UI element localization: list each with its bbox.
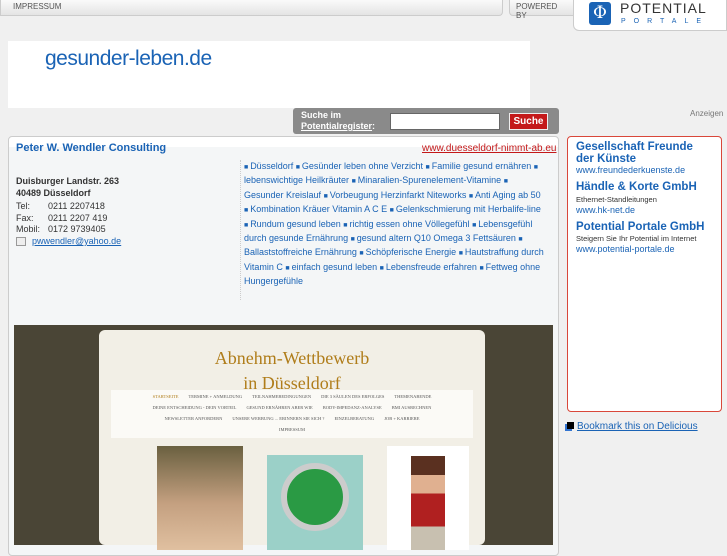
screenshot-nav-item: IMPRESSUM xyxy=(278,427,305,432)
scale-gauge-icon xyxy=(281,463,349,531)
keyword-link[interactable]: Vorbeugung Herzinfarkt Niteworks xyxy=(330,190,467,200)
search-button[interactable]: Suche xyxy=(509,113,548,130)
ad-item[interactable]: Händle & Korte GmbH Ethernet-Standleitung… xyxy=(576,181,713,216)
keyword-link[interactable]: Minaralien-Spurenelement-Vitamine xyxy=(358,175,501,185)
keyword-link[interactable]: Kombination Kräuer Vitamin A C E xyxy=(250,204,387,214)
keyword-link[interactable]: Gelenkschmierung mit Herbalife-line xyxy=(396,204,541,214)
potentialregister-link[interactable]: Potentialregister xyxy=(301,121,372,131)
keyword-link[interactable]: einfach gesund leben xyxy=(292,262,378,272)
screenshot-nav-item: UNSERE WERBUNG ... ERINNERN SIE SICH ? xyxy=(232,416,325,421)
ad-item[interactable]: Gesellschaft Freunde der Künste www.freun… xyxy=(576,141,713,176)
screenshot-nav-item: EINZELBERATUNG xyxy=(334,416,375,421)
logo-line1: POTENTIAL xyxy=(620,0,707,16)
email-icon xyxy=(16,237,26,247)
website-screenshot[interactable]: Abnehm-Wettbewerb in Düsseldorf STARTSEIT… xyxy=(14,325,553,550)
contact-table: Tel: 0211 2207418 Fax: 0211 2207 419 Mobil… xyxy=(16,201,108,234)
keyword-link[interactable]: richtig essen ohne Völlegefühl xyxy=(349,219,469,229)
email-row: pwwendler@yahoo.de xyxy=(16,236,121,247)
keyword-link[interactable]: Gesunder Kreislauf xyxy=(244,190,321,200)
screenshot-nav: STARTSEITE TERMINE + ANMELDUNG TEILNAHMEBE… xyxy=(111,390,473,438)
keyword-link[interactable]: Ballaststoffreiche Ernährung xyxy=(244,247,357,257)
screenshot-nav-item: THEMENABENDE xyxy=(394,394,432,399)
screenshot-title: Abnehm-Wettbewerb in Düsseldorf xyxy=(214,348,370,393)
address: Duisburger Landstr. 263 40489 Düsseldorf xyxy=(16,176,120,198)
search-bar: Suche im Potentialregister: Suche xyxy=(293,108,559,134)
keyword-link[interactable]: gesund altern Q10 Omega 3 Fettsäuren xyxy=(357,233,516,243)
screenshot-nav-item: DIE 3 SÄULEN DES ERFOLGES xyxy=(321,394,385,399)
email-link[interactable]: pwwendler@yahoo.de xyxy=(32,236,121,246)
top-bar: IMPRESSUM xyxy=(0,0,503,16)
search-label: Suche im Potentialregister: xyxy=(301,110,376,131)
screenshot-nav-item: TEILNAHMEBEDINGUNGEN xyxy=(252,394,312,399)
woman-image xyxy=(387,446,469,550)
keyword-link[interactable]: Düsseldorf xyxy=(250,161,293,171)
ad-item[interactable]: Potential Portale GmbH Steigern Sie Ihr P… xyxy=(576,221,713,256)
potential-portale-logo[interactable]: Φ POTENTIAL PORTALE xyxy=(573,0,727,31)
bookmark-delicious: Bookmark this on Delicious xyxy=(567,421,698,432)
website-link[interactable]: www.duesseldorf-nimmt-ab.eu xyxy=(422,143,557,154)
keyword-link[interactable]: lebenswichtige Heilkräuter xyxy=(244,175,349,185)
ads-label: Anzeigen xyxy=(690,109,724,118)
screenshot-nav-item: GESUND ERNÄHREN ABER WIE xyxy=(246,405,313,410)
screenshot-nav-item: BMI AUSRECHNEN xyxy=(391,405,432,410)
ads-box: Gesellschaft Freunde der Künste www.freun… xyxy=(567,136,722,412)
keyword-link[interactable]: Familie gesund ernähren xyxy=(432,161,532,171)
logo-line2: PORTALE xyxy=(621,18,710,25)
keyword-link[interactable]: Schöpferische Energie xyxy=(366,247,457,257)
screenshot-nav-item: BODY-IMPEDANZ-ANALYSE xyxy=(322,405,382,410)
bookmark-link[interactable]: Bookmark this on Delicious xyxy=(577,421,698,432)
impressum-link[interactable]: IMPRESSUM xyxy=(13,2,61,11)
bullet-icon: ■ xyxy=(518,236,523,244)
keyword-link[interactable]: Rundum gesund leben xyxy=(250,219,341,229)
screenshot-nav-item: JOB + KARRIERE xyxy=(384,416,420,421)
weight-loss-challenge-image xyxy=(267,455,363,550)
screenshot-nav-item: DEINE ENTSCHEIDUNG - DEIN VORTEIL xyxy=(152,405,237,410)
portrait-image xyxy=(157,446,243,550)
powered-by-label: POWERED BY xyxy=(509,0,577,20)
screenshot-nav-item: NEWSLETTER ANFORDERN xyxy=(164,416,223,421)
delicious-icon xyxy=(567,422,574,429)
keyword-link[interactable]: Anti Aging ab 50 xyxy=(475,190,541,200)
screenshot-page: Abnehm-Wettbewerb in Düsseldorf STARTSEIT… xyxy=(99,330,485,550)
bullet-icon: ■ xyxy=(503,178,508,186)
bullet-icon: ■ xyxy=(533,164,539,171)
phi-icon: Φ xyxy=(589,2,611,25)
site-logo[interactable]: gesunder-leben.de xyxy=(45,47,212,71)
keyword-link[interactable]: Gesünder leben ohne Verzicht xyxy=(302,161,423,171)
search-input[interactable] xyxy=(390,113,500,130)
site-logo-banner: gesunder-leben.de xyxy=(8,41,530,108)
screenshot-nav-item: STARTSEITE xyxy=(152,394,179,399)
keyword-link[interactable]: Lebensfreude erfahren xyxy=(386,262,477,272)
keyword-tags: ■ Düsseldorf ■ Gesünder leben ohne Verzi… xyxy=(240,160,545,300)
screenshot-nav-item: TERMINE + ANMELDUNG xyxy=(188,394,243,399)
company-name[interactable]: Peter W. Wendler Consulting xyxy=(16,142,166,154)
